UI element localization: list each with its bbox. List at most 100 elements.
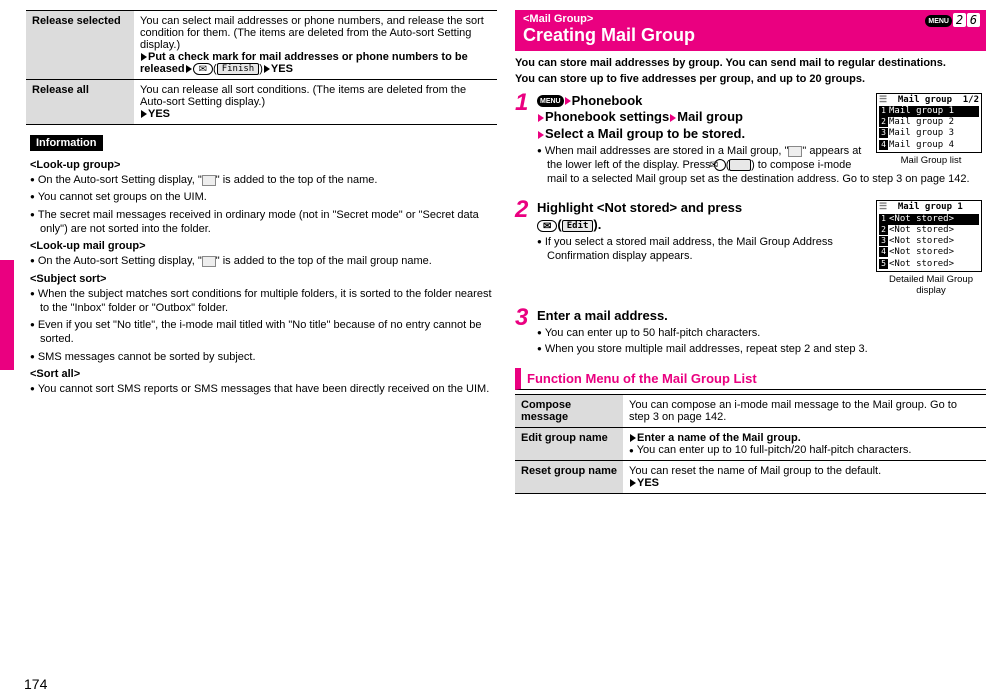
arrow-icon bbox=[141, 53, 147, 61]
softkey-edit: Edit bbox=[562, 220, 594, 232]
step-1: 1 ☰Mail group1/2 1Mail group 1 2Mail gro… bbox=[515, 93, 986, 189]
side-tab-mail bbox=[0, 260, 14, 370]
list-item: 4<Not stored> bbox=[879, 247, 979, 258]
info-bullet: The secret mail messages received in ord… bbox=[30, 208, 497, 237]
edit-group-name-label: Edit group name bbox=[515, 428, 623, 461]
group-icon bbox=[202, 175, 216, 186]
table-row: Release all You can release all sort con… bbox=[26, 80, 497, 125]
arrow-icon bbox=[186, 65, 192, 73]
menu-key-icon: MENU bbox=[537, 95, 564, 107]
information-badge: Information bbox=[30, 135, 103, 151]
subject-sort-heading: <Subject sort> bbox=[30, 273, 497, 285]
step-bullet: When you store multiple mail addresses, … bbox=[537, 343, 986, 357]
scr-title: Mail group 1 bbox=[898, 202, 963, 213]
lookup-mailgroup-heading: <Look-up mail group> bbox=[30, 240, 497, 252]
left-column: Release selected You can select mail add… bbox=[26, 10, 497, 494]
yes-label: YES bbox=[148, 108, 170, 120]
mail-indicator-icon bbox=[788, 146, 802, 157]
side-tab-label: Mail bbox=[0, 284, 13, 311]
release-all-desc: You can release all sort conditions. (Th… bbox=[134, 80, 497, 125]
step-title: Enter a mail address. bbox=[537, 308, 986, 325]
release-all-label: Release all bbox=[26, 80, 134, 125]
info-bullet: On the Auto-sort Setting display, "" is … bbox=[30, 254, 497, 268]
table-row: Release selected You can select mail add… bbox=[26, 11, 497, 80]
release-table: Release selected You can select mail add… bbox=[26, 10, 497, 125]
info-bullet: SMS messages cannot be sorted by subject… bbox=[30, 350, 497, 364]
arrow-icon bbox=[264, 65, 270, 73]
section-subtitle: <Mail Group> bbox=[523, 13, 978, 25]
text-bold: Enter a name of the Mail group. bbox=[637, 432, 801, 444]
step-body: You can enter up to 50 half-pitch charac… bbox=[537, 327, 986, 357]
reset-group-name-label: Reset group name bbox=[515, 461, 623, 494]
table-row: Edit group name Enter a name of the Mail… bbox=[515, 428, 986, 461]
info-bullet: Even if you set "No title", the i-mode m… bbox=[30, 318, 497, 347]
arrow-icon bbox=[670, 114, 676, 122]
sort-all-heading: <Sort all> bbox=[30, 368, 497, 380]
list-item: 5<Not stored> bbox=[879, 259, 979, 270]
scr-title: Mail group bbox=[898, 95, 952, 106]
release-selected-desc: You can select mail addresses or phone n… bbox=[134, 11, 497, 80]
step-number: 2 bbox=[515, 196, 528, 224]
softkey-blank bbox=[729, 159, 751, 171]
step-number: 3 bbox=[515, 304, 528, 332]
text: You can select mail addresses or phone n… bbox=[140, 15, 484, 51]
arrow-icon bbox=[630, 479, 636, 487]
intro-line: You can store up to five addresses per g… bbox=[515, 73, 986, 87]
compose-message-label: Compose message bbox=[515, 395, 623, 428]
info-bullet: When the subject matches sort conditions… bbox=[30, 287, 497, 316]
information-block: <Look-up group> On the Auto-sort Setting… bbox=[26, 159, 497, 396]
arrow-icon bbox=[565, 97, 571, 105]
header-shortcut: MENU26 bbox=[925, 13, 980, 27]
step-bullet: You can enter up to 50 half-pitch charac… bbox=[537, 327, 986, 341]
step-3: 3 Enter a mail address. You can enter up… bbox=[515, 308, 986, 356]
list-item: 1<Not stored> bbox=[879, 214, 979, 225]
table-row: Compose message You can compose an i-mod… bbox=[515, 395, 986, 428]
arrow-icon bbox=[538, 114, 544, 122]
shortcut-digit: 2 bbox=[953, 13, 966, 27]
softkey-finish: Finish bbox=[217, 63, 260, 75]
info-bullet: On the Auto-sort Setting display, "" is … bbox=[30, 173, 497, 187]
yes-label: YES bbox=[637, 477, 659, 489]
release-selected-label: Release selected bbox=[26, 11, 134, 80]
arrow-icon bbox=[141, 110, 147, 118]
reset-group-name-desc: You can reset the name of Mail group to … bbox=[623, 461, 986, 494]
shortcut-digit: 6 bbox=[967, 13, 980, 27]
screenshot-caption: Detailed Mail Group display bbox=[889, 274, 973, 296]
arrow-icon bbox=[630, 434, 636, 442]
mailgroup-icon bbox=[202, 256, 216, 267]
menu-key-icon: MENU bbox=[925, 15, 952, 27]
text: You can reset the name of Mail group to … bbox=[629, 465, 881, 477]
edit-group-name-desc: Enter a name of the Mail group. ● You ca… bbox=[623, 428, 986, 461]
lookup-group-heading: <Look-up group> bbox=[30, 159, 497, 171]
step-2: 2 ☰Mail group 1 1<Not stored> 2<Not stor… bbox=[515, 200, 986, 296]
list-item: 1Mail group 1 bbox=[879, 106, 979, 117]
screenshot-mail-group-list: ☰Mail group1/2 1Mail group 1 2Mail group… bbox=[876, 93, 986, 166]
screenshot-caption: Mail Group list bbox=[901, 155, 962, 166]
section-title: Creating Mail Group bbox=[523, 25, 978, 46]
list-item: 2Mail group 2 bbox=[879, 117, 979, 128]
intro-text: You can store mail addresses by group. Y… bbox=[515, 57, 986, 87]
intro-line: You can store mail addresses by group. Y… bbox=[515, 57, 986, 71]
right-column: MENU26 <Mail Group> Creating Mail Group … bbox=[515, 10, 986, 494]
list-item: 3<Not stored> bbox=[879, 236, 979, 247]
screenshot-detailed-mail-group: ☰Mail group 1 1<Not stored> 2<Not stored… bbox=[876, 200, 986, 296]
text: You can release all sort conditions. (Th… bbox=[140, 84, 466, 108]
section-header: MENU26 <Mail Group> Creating Mail Group bbox=[515, 10, 986, 51]
mail-key-icon bbox=[537, 220, 557, 232]
mail-key-icon bbox=[193, 63, 213, 75]
page-number: 174 bbox=[24, 676, 47, 692]
function-menu-header: Function Menu of the Mail Group List bbox=[515, 368, 986, 390]
function-menu-table: Compose message You can compose an i-mod… bbox=[515, 394, 986, 494]
list-item: 4Mail group 4 bbox=[879, 140, 979, 151]
list-item: 3Mail group 3 bbox=[879, 128, 979, 139]
scr-page: 1/2 bbox=[963, 95, 979, 106]
info-bullet: You cannot sort SMS reports or SMS messa… bbox=[30, 382, 497, 396]
step-number: 1 bbox=[515, 89, 528, 117]
list-item: 2<Not stored> bbox=[879, 225, 979, 236]
text: You can enter up to 10 full-pitch/20 hal… bbox=[637, 444, 912, 456]
arrow-icon bbox=[538, 131, 544, 139]
info-bullet: You cannot set groups on the UIM. bbox=[30, 190, 497, 204]
compose-message-desc: You can compose an i-mode mail message t… bbox=[623, 395, 986, 428]
yes-label: YES bbox=[271, 63, 293, 75]
table-row: Reset group name You can reset the name … bbox=[515, 461, 986, 494]
